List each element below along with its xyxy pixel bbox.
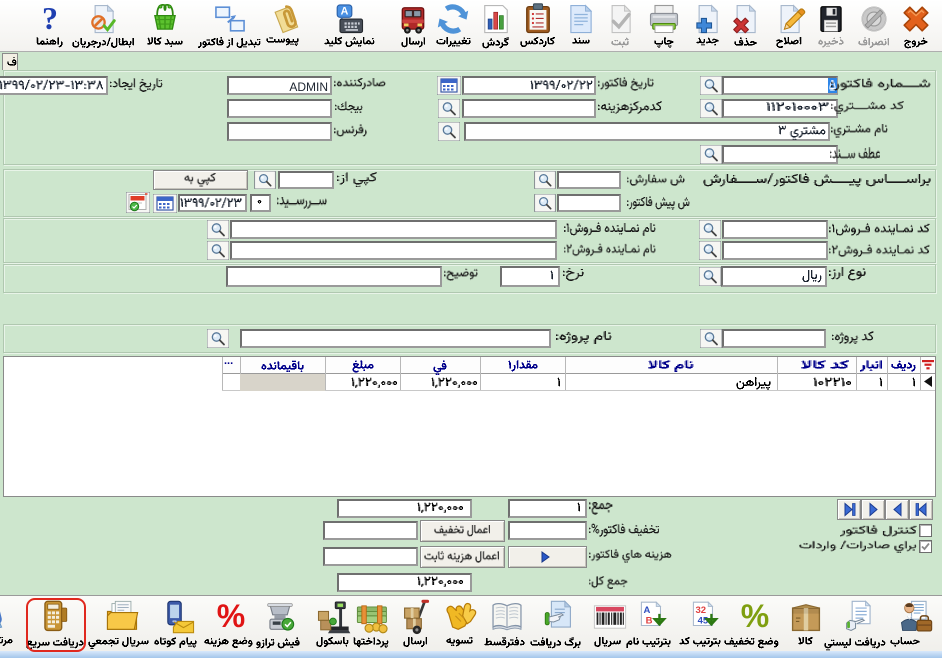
svg-text:B: B [646, 615, 653, 626]
svg-text:A: A [341, 6, 349, 18]
svg-text:A: A [644, 605, 651, 616]
svg-text:32: 32 [696, 605, 707, 616]
